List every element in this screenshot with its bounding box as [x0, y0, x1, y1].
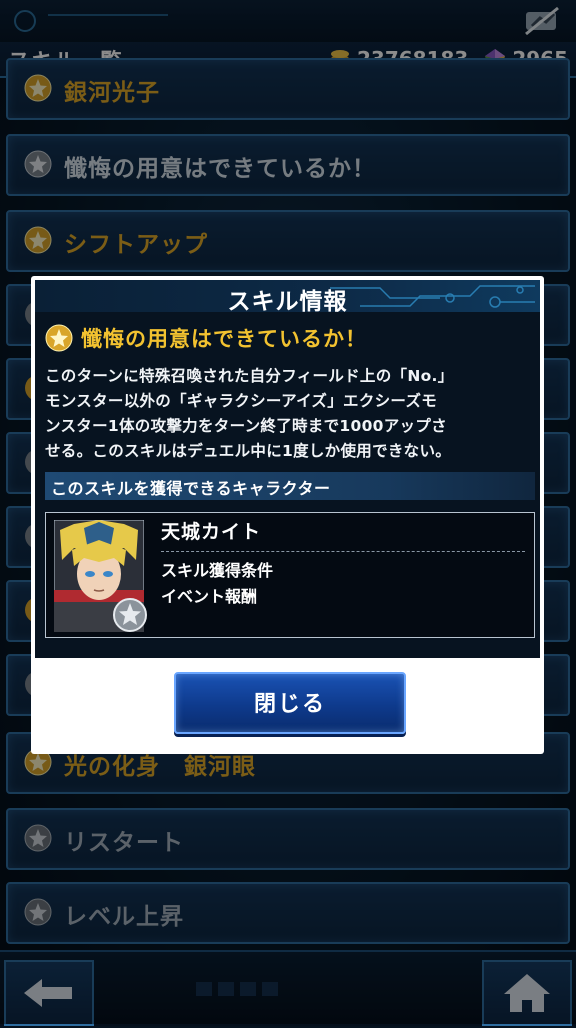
character-name: 天城カイト: [161, 521, 262, 543]
skill-info-dialog: スキル情報 懺悔の用意はできているか！ このターンに特殊召喚された自分フィールド…: [31, 276, 544, 754]
gold-star-icon: [45, 324, 73, 352]
dialog-body: スキル情報 懺悔の用意はできているか！ このターンに特殊召喚された自分フィールド…: [35, 280, 540, 658]
description-line: ンスター1体の攻撃力をターン終了時まで1000アップさ: [45, 417, 447, 435]
acquire-condition-value: イベント報酬: [161, 587, 258, 606]
description-line: モンスター以外の「ギャラクシーアイズ」エクシーズモ: [45, 392, 438, 410]
silver-star-badge-icon: [113, 598, 147, 632]
section-header: このスキルを獲得できるキャラクター: [45, 472, 535, 500]
description-line: せる。このスキルはデュエル中に1度しか使用できない。: [45, 442, 452, 460]
divider: [161, 551, 525, 552]
dialog-title: スキル情報: [227, 289, 348, 312]
skill-name-row: 懺悔の用意はできているか！: [45, 322, 367, 354]
close-button[interactable]: 閉じる: [174, 672, 406, 734]
skill-name: 懺悔の用意はできているか！: [81, 327, 367, 351]
acquire-condition-label: スキル獲得条件: [161, 561, 274, 580]
close-button-label: 閉じる: [253, 692, 326, 717]
character-card[interactable]: 天城カイト スキル獲得条件 イベント報酬: [45, 512, 535, 638]
section-label: このスキルを獲得できるキャラクター: [51, 479, 331, 498]
dialog-header: スキル情報: [35, 280, 540, 312]
description-line: このターンに特殊召喚された自分フィールド上の「No.」: [45, 367, 454, 385]
skill-description: このターンに特殊召喚された自分フィールド上の「No.」 モンスター以外の「ギャラ…: [45, 364, 535, 464]
